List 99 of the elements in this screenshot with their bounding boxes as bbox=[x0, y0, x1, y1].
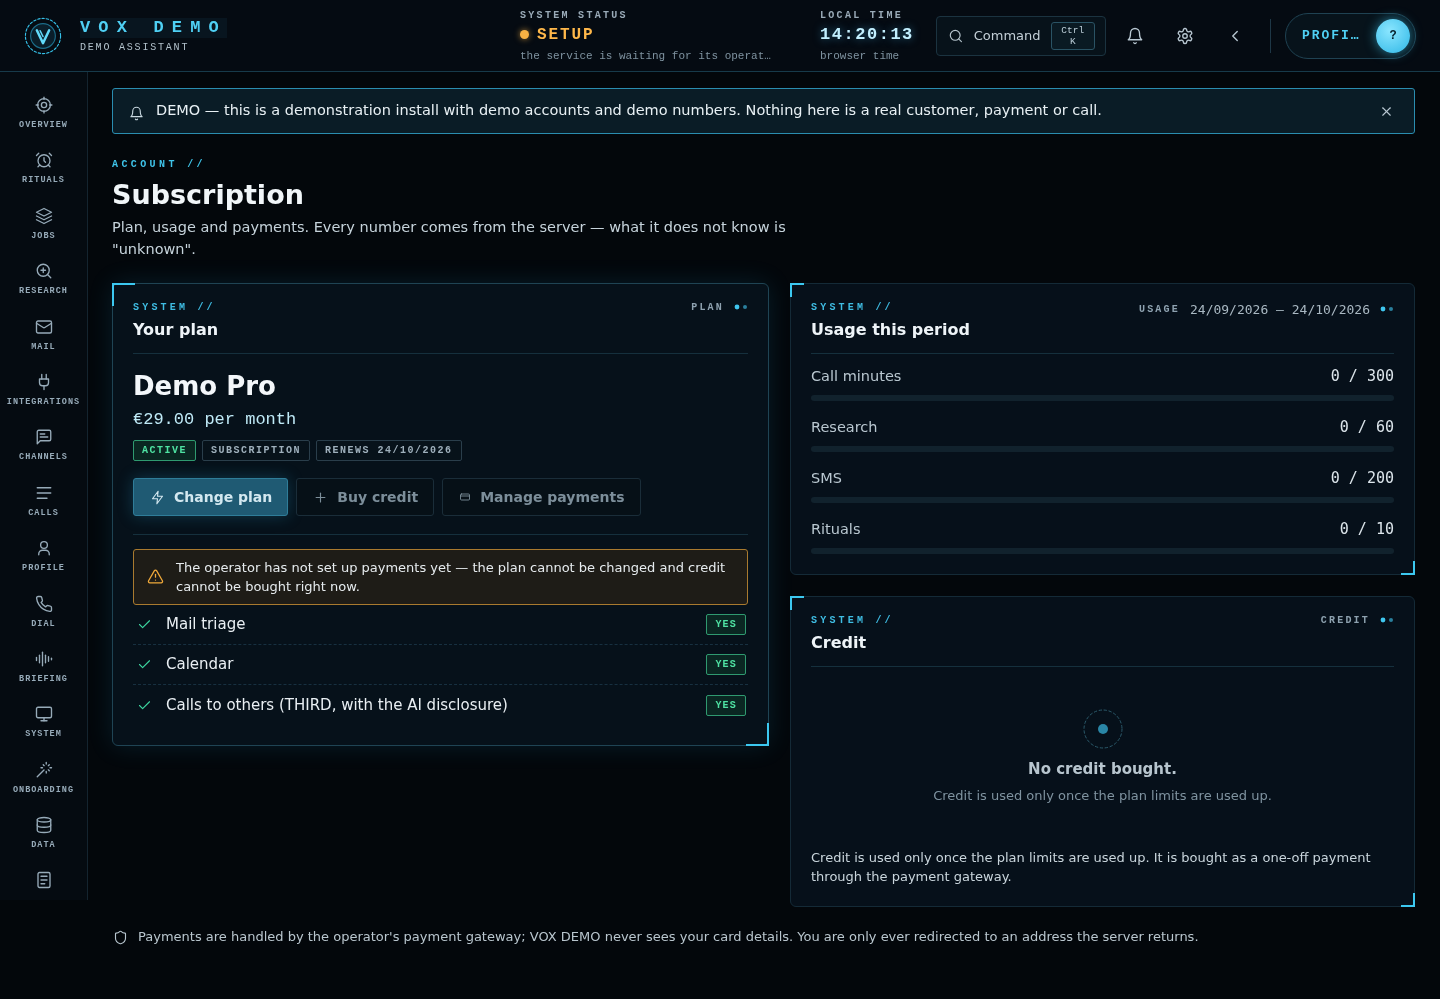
action-button[interactable]: Buy credit bbox=[296, 478, 435, 516]
warning-icon bbox=[147, 568, 164, 585]
feature-label: Calls to others (THIRD, with the AI disclosure) bbox=[166, 694, 508, 716]
card-title: Credit bbox=[811, 633, 868, 653]
page-kicker: ACCOUNT // bbox=[112, 159, 207, 171]
meter-label: Rituals bbox=[811, 519, 861, 539]
status-detail: the service is waiting for its operat… bbox=[520, 48, 772, 63]
sidebar-item[interactable]: ONBOARDING bbox=[0, 750, 87, 807]
corner-accent bbox=[790, 596, 804, 610]
feature-badge: YES bbox=[706, 654, 746, 675]
card-title: Usage this period bbox=[811, 320, 970, 340]
card-tag: CREDIT bbox=[1320, 615, 1370, 627]
dashed-circle-icon bbox=[1082, 709, 1123, 749]
meter-reading: 0 / 200 bbox=[1330, 468, 1394, 490]
dots-icon bbox=[1380, 617, 1394, 623]
target-icon bbox=[34, 96, 53, 114]
wand-icon bbox=[34, 760, 53, 779]
feature-label: Calendar bbox=[166, 654, 234, 676]
alarm-clock-icon bbox=[34, 151, 53, 170]
meter-label: Research bbox=[811, 417, 878, 437]
brand-subtitle: DEMO ASSISTANT bbox=[80, 40, 190, 54]
message-icon bbox=[34, 428, 53, 447]
sidebar-item[interactable]: DIAL bbox=[0, 584, 87, 640]
page-title: Subscription bbox=[112, 178, 305, 212]
feature-badge: YES bbox=[706, 614, 746, 635]
card-tag: PLAN bbox=[691, 302, 724, 314]
logo-icon bbox=[24, 16, 62, 55]
shortcut-key: Ctrl K bbox=[1050, 21, 1095, 50]
sidebar-item[interactable]: MAIL bbox=[0, 307, 87, 363]
sidebar-item[interactable]: RESEARCH bbox=[0, 252, 87, 308]
corner-accent bbox=[1401, 561, 1415, 575]
meter-reading: 0 / 60 bbox=[1339, 417, 1394, 439]
status-badge: ACTIVE bbox=[133, 440, 196, 461]
corner-accent bbox=[1401, 893, 1415, 907]
bolt-icon bbox=[150, 489, 165, 505]
sidebar-item[interactable]: PROFILE bbox=[0, 529, 87, 585]
status-badge: SUBSCRIPTION bbox=[202, 440, 311, 461]
sidebar-item[interactable]: CALLS bbox=[0, 473, 87, 530]
card-kicker: SYSTEM // bbox=[811, 302, 895, 314]
shield-icon bbox=[113, 929, 128, 945]
sidebar-item[interactable]: DATA bbox=[0, 806, 87, 862]
page-description: Plan, usage and payments. Every number comes from the server — what it does not know is "unknown". bbox=[112, 218, 787, 259]
card-title: Your plan bbox=[133, 320, 219, 340]
bell-icon bbox=[1126, 26, 1144, 45]
plus-icon bbox=[313, 489, 329, 505]
footer-note: Payments are handled by the operator's payment gateway; VOX DEMO never sees your card details. You are only ever redirected to an address the server returns. bbox=[138, 928, 1199, 946]
document-icon bbox=[34, 871, 53, 890]
database-icon bbox=[34, 816, 53, 835]
avatar: ? bbox=[1376, 18, 1410, 53]
clock-time: 14:20:13 bbox=[820, 24, 915, 45]
plan-price: €29.00 per month bbox=[133, 410, 298, 430]
dots-icon bbox=[734, 304, 748, 310]
status-label: SYSTEM STATUS bbox=[520, 8, 629, 22]
sidebar-item[interactable]: BRIEFING bbox=[0, 639, 87, 696]
waveform-icon bbox=[34, 649, 53, 668]
empty-text: Credit is used only once the plan limits are used up. bbox=[933, 787, 1272, 805]
card-tag: USAGE bbox=[1138, 304, 1180, 316]
feature-label: Mail triage bbox=[166, 614, 246, 636]
bell-icon bbox=[129, 105, 144, 121]
zoom-in-icon bbox=[34, 262, 53, 281]
feature-badge: YES bbox=[706, 694, 746, 716]
action-button[interactable]: Change plan bbox=[133, 478, 289, 516]
sidebar-item[interactable]: INTEGRATIONS bbox=[0, 362, 87, 419]
settings-icon bbox=[1176, 26, 1194, 45]
meter-label: Call minutes bbox=[811, 366, 902, 386]
action-button[interactable]: Manage payments bbox=[442, 478, 641, 516]
meter-label: SMS bbox=[811, 468, 842, 488]
corner-accent bbox=[790, 283, 804, 297]
corner-accent bbox=[112, 283, 135, 306]
sidebar-item[interactable]: CHANNELS bbox=[0, 418, 87, 474]
mail-icon bbox=[34, 317, 53, 336]
monitor-icon bbox=[34, 705, 53, 724]
brand-title: VOX DEMO bbox=[80, 17, 227, 38]
card-kicker: SYSTEM // bbox=[811, 615, 894, 627]
phone-icon bbox=[34, 594, 53, 613]
empty-title: No credit bought. bbox=[1028, 759, 1177, 779]
corner-accent bbox=[746, 723, 769, 746]
time-detail: browser time bbox=[820, 48, 901, 63]
time-label: LOCAL TIME bbox=[820, 8, 904, 22]
layers-icon bbox=[34, 206, 53, 225]
status-badge: RENEWS 24/10/2026 bbox=[316, 440, 462, 461]
status-value: SETUP bbox=[537, 24, 595, 45]
period-dates: 24/09/2026 – 24/10/2026 bbox=[1190, 302, 1370, 318]
command-button[interactable]: Command Ctrl K bbox=[936, 15, 1106, 56]
sidebar-item[interactable]: JOBS bbox=[0, 196, 87, 253]
profile-button[interactable]: PROFI… ? bbox=[1285, 12, 1416, 59]
sidebar-item[interactable]: RITUALS bbox=[0, 141, 87, 197]
card-icon bbox=[459, 491, 472, 503]
banner-text: DEMO — this is a demonstration install with demo accounts and demo numbers. Nothing here is a real customer, payment or call. bbox=[156, 101, 1102, 121]
meter-reading: 0 / 300 bbox=[1330, 366, 1394, 388]
warning-text: The operator has not set up payments yet — the plan cannot be changed and credit cannot be bought right now. bbox=[176, 559, 727, 596]
dots-icon bbox=[1380, 306, 1394, 312]
search-icon bbox=[948, 27, 964, 44]
plan-name: Demo Pro bbox=[133, 370, 277, 403]
sidebar-item[interactable]: SYSTEM bbox=[0, 695, 87, 751]
meter-reading: 0 / 10 bbox=[1339, 519, 1394, 541]
credit-note: Credit is used only once the plan limits are used up. It is bought as a one-off payment through the payment gateway. bbox=[811, 849, 1372, 886]
sidebar-item[interactable]: OVERVIEW bbox=[0, 86, 87, 142]
card-kicker: SYSTEM // bbox=[133, 302, 217, 314]
